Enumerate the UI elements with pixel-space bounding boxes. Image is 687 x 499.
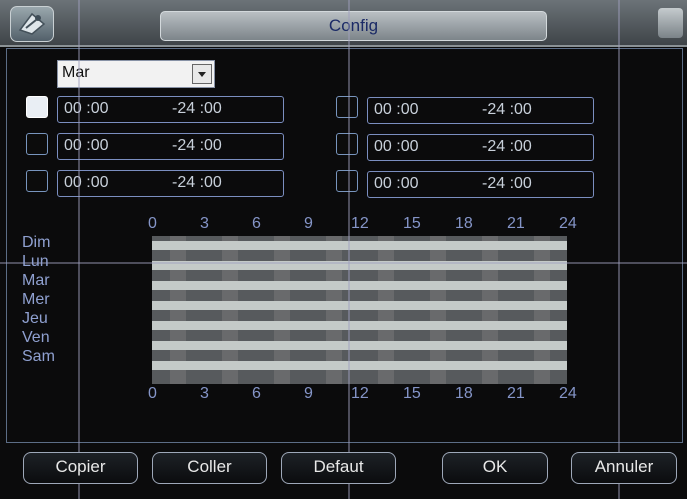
period-4-start: 00 :00: [374, 101, 419, 118]
guide-line: [0, 262, 687, 264]
app-logo-icon: [10, 6, 54, 42]
hour-tick-bottom: 18: [455, 385, 473, 402]
schedule-row[interactable]: [152, 321, 567, 330]
chevron-down-icon[interactable]: [192, 64, 212, 84]
config-window: Config Mar 00 :00 -24 :00 00 :00 -24 :00…: [0, 0, 687, 499]
hour-tick-top: 24: [559, 215, 577, 232]
hour-tick-bottom: 0: [148, 385, 157, 402]
hour-tick-bottom: 3: [200, 385, 209, 402]
paste-button[interactable]: Coller: [152, 452, 267, 484]
period-6-field[interactable]: 00 :00 -24 :00: [367, 171, 594, 198]
period-5-end: -24 :00: [482, 138, 532, 155]
day-label: Mar: [22, 272, 50, 289]
hour-tick-bottom: 9: [304, 385, 313, 402]
schedule-grid[interactable]: [152, 236, 567, 384]
close-button[interactable]: [658, 8, 683, 38]
period-3-end: -24 :00: [172, 174, 222, 191]
period-4-checkbox[interactable]: [336, 96, 358, 118]
period-6-end: -24 :00: [482, 175, 532, 192]
period-1-checkbox[interactable]: [26, 96, 48, 118]
day-label: Jeu: [22, 310, 48, 327]
period-1-end: -24 :00: [172, 100, 222, 117]
period-6-start: 00 :00: [374, 175, 419, 192]
period-1-field[interactable]: 00 :00 -24 :00: [57, 96, 284, 123]
hour-tick-top: 15: [403, 215, 421, 232]
period-2-start: 00 :00: [64, 137, 109, 154]
period-4-end: -24 :00: [482, 101, 532, 118]
period-5-checkbox[interactable]: [336, 133, 358, 155]
hour-tick-bottom: 24: [559, 385, 577, 402]
guide-line: [78, 0, 80, 499]
hour-tick-top: 18: [455, 215, 473, 232]
schedule-row[interactable]: [152, 301, 567, 310]
period-6-checkbox[interactable]: [336, 170, 358, 192]
day-select-value: Mar: [62, 64, 90, 81]
day-label: Sam: [22, 348, 55, 365]
period-3-checkbox[interactable]: [26, 170, 48, 192]
day-label: Dim: [22, 234, 51, 251]
title-bar: Config: [0, 0, 687, 47]
schedule-row[interactable]: [152, 341, 567, 350]
schedule-row[interactable]: [152, 361, 567, 370]
hour-tick-top: 0: [148, 215, 157, 232]
hour-tick-bottom: 15: [403, 385, 421, 402]
hour-tick-top: 12: [351, 215, 369, 232]
period-4-field[interactable]: 00 :00 -24 :00: [367, 97, 594, 124]
hour-tick-top: 21: [507, 215, 525, 232]
copy-button[interactable]: Copier: [23, 452, 138, 484]
hour-tick-top: 9: [304, 215, 313, 232]
day-select[interactable]: Mar: [57, 60, 215, 88]
period-3-start: 00 :00: [64, 174, 109, 191]
hour-tick-bottom: 12: [351, 385, 369, 402]
period-5-start: 00 :00: [374, 138, 419, 155]
guide-line: [348, 0, 350, 499]
period-1-start: 00 :00: [64, 100, 109, 117]
title-plate: Config: [160, 11, 547, 41]
window-title: Config: [328, 16, 379, 35]
hour-tick-bottom: 6: [252, 385, 261, 402]
day-label: Mer: [22, 291, 50, 308]
period-5-field[interactable]: 00 :00 -24 :00: [367, 134, 594, 161]
hour-tick-bottom: 21: [507, 385, 525, 402]
day-label: Ven: [22, 329, 50, 346]
schedule-row[interactable]: [152, 281, 567, 290]
guide-line: [618, 0, 620, 499]
period-2-end: -24 :00: [172, 137, 222, 154]
period-3-field[interactable]: 00 :00 -24 :00: [57, 170, 284, 197]
cancel-button[interactable]: Annuler: [571, 452, 677, 484]
day-label: Lun: [22, 253, 49, 270]
hour-tick-top: 6: [252, 215, 261, 232]
period-2-field[interactable]: 00 :00 -24 :00: [57, 133, 284, 160]
ok-button[interactable]: OK: [442, 452, 548, 484]
default-button[interactable]: Defaut: [281, 452, 396, 484]
hour-tick-top: 3: [200, 215, 209, 232]
period-2-checkbox[interactable]: [26, 133, 48, 155]
schedule-row[interactable]: [152, 241, 567, 250]
